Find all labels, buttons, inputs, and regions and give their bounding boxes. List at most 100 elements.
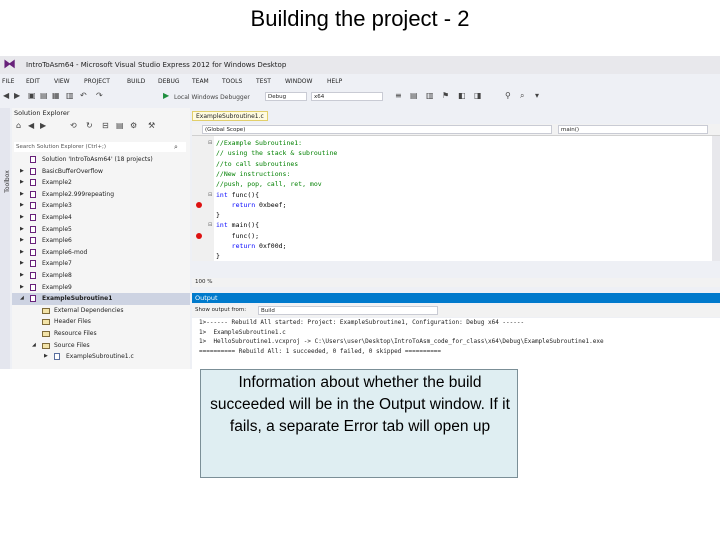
debugger-label[interactable]: Local Windows Debugger (174, 93, 250, 103)
start-debugging-icon[interactable]: ▶ (163, 91, 169, 101)
expand-arrow-icon[interactable]: ▶ (20, 189, 24, 201)
solution-tree-item[interactable]: Header Files (12, 316, 190, 328)
expand-arrow-icon[interactable]: ▶ (20, 224, 24, 236)
menu-team[interactable]: TEAM (192, 78, 209, 85)
save-all-icon[interactable]: ▥ (66, 91, 74, 101)
wrench-icon[interactable]: ⚒ (148, 121, 155, 131)
solution-tree-item[interactable]: ▶ BasicBufferOverflow (12, 166, 190, 178)
configuration-select[interactable]: Debug (265, 92, 307, 101)
pin-icon[interactable]: ⚲ (505, 91, 511, 101)
code-line[interactable]: } (216, 251, 220, 261)
expand-arrow-icon[interactable]: ▶ (20, 270, 24, 282)
home-icon[interactable]: ⌂ (16, 121, 21, 131)
expand-arrow-icon[interactable]: ▶ (20, 235, 24, 247)
menu-debug[interactable]: DEBUG (158, 78, 180, 85)
menu-view[interactable]: VIEW (54, 78, 70, 85)
menu-test[interactable]: TEST (256, 78, 271, 85)
code-line[interactable]: return 0xbeef; (216, 200, 287, 210)
sync-icon[interactable]: ⟲ (70, 121, 77, 131)
open-icon[interactable]: ▤ (40, 91, 48, 101)
expand-arrow-icon[interactable]: ▶ (20, 282, 24, 294)
expand-arrow-icon[interactable]: ▶ (20, 212, 24, 224)
properties-icon[interactable]: ⚙ (130, 121, 137, 131)
toolbar-options-icon[interactable]: ▾ (535, 91, 539, 101)
expand-arrow-icon[interactable]: ▶ (20, 166, 24, 178)
menu-tools[interactable]: TOOLS (222, 78, 242, 85)
solution-tree-item[interactable]: ◢ ExampleSubroutine1 (12, 293, 190, 305)
refresh-icon[interactable]: ↻ (86, 121, 93, 131)
bookmark-next-icon[interactable]: ◨ (474, 91, 482, 101)
save-icon[interactable]: ▦ (52, 91, 60, 101)
output-source-select[interactable]: Build (258, 306, 438, 315)
solution-tree-item[interactable]: ▶ Example5 (12, 224, 190, 236)
menu-build[interactable]: BUILD (127, 78, 145, 85)
expand-arrow-icon[interactable]: ▶ (20, 258, 24, 270)
expand-arrow-icon[interactable]: ▶ (20, 177, 24, 189)
menu-window[interactable]: WINDOW (285, 78, 312, 85)
menu-help[interactable]: HELP (327, 78, 342, 85)
toolbox-strip[interactable]: Toolbox (0, 108, 11, 369)
solution-tree-item[interactable]: ▶ ExampleSubroutine1.c (12, 351, 190, 363)
code-line[interactable]: //Example Subroutine1: (216, 138, 302, 148)
editor-tab[interactable]: ExampleSubroutine1.c (192, 111, 268, 121)
redo-icon[interactable]: ↷ (96, 91, 103, 101)
forward-icon[interactable]: ▶ (40, 121, 46, 131)
show-all-files-icon[interactable]: ▤ (116, 121, 124, 131)
menu-file[interactable]: FILE (2, 78, 14, 85)
code-line[interactable]: func(); (216, 231, 259, 241)
solution-tree-item[interactable]: ▶ Example6 (12, 235, 190, 247)
find-icon[interactable]: ⌕ (520, 91, 524, 101)
solution-tree-item[interactable]: ▶ Example9 (12, 282, 190, 294)
solution-explorer-search-input[interactable]: Search Solution Explorer (Ctrl+;) (14, 142, 186, 152)
search-icon[interactable]: ⌕ (174, 142, 178, 152)
toolbox-label[interactable]: Toolbox (4, 170, 11, 193)
outline-collapse-icon[interactable]: ⊟ (208, 140, 212, 146)
breakpoint-icon[interactable] (196, 232, 202, 239)
solution-tree-item[interactable]: ▶ Example8 (12, 270, 190, 282)
expand-arrow-icon[interactable]: ▶ (44, 351, 48, 363)
editor-vertical-scrollbar[interactable] (712, 136, 720, 261)
expand-arrow-icon[interactable]: ▶ (20, 247, 24, 259)
solution-tree-item[interactable]: ▶ Example4 (12, 212, 190, 224)
breakpoint-icon[interactable] (196, 201, 202, 208)
solution-tree-item[interactable]: Solution 'IntroToAsm64' (18 projects) (12, 154, 190, 166)
solution-tree-item[interactable]: ▶ Example3 (12, 200, 190, 212)
zoom-level[interactable]: 100 % (192, 278, 720, 287)
bookmark-icon[interactable]: ⚑ (442, 91, 449, 101)
editor-margin[interactable] (192, 136, 214, 261)
back-icon[interactable]: ◀ (28, 121, 34, 131)
menu-edit[interactable]: EDIT (26, 78, 40, 85)
menu-project[interactable]: PROJECT (84, 78, 110, 85)
back-icon[interactable]: ◀ (3, 91, 9, 101)
format-icon[interactable]: ≡ (395, 91, 402, 101)
scope-select[interactable]: (Global Scope) (202, 125, 552, 134)
code-line[interactable]: int func(){ (216, 190, 259, 200)
code-line[interactable]: int main(){ (216, 220, 259, 230)
forward-icon[interactable]: ▶ (14, 91, 20, 101)
solution-tree-item[interactable]: Resource Files (12, 328, 190, 340)
platform-select[interactable]: x64 (311, 92, 383, 101)
undo-icon[interactable]: ↶ (80, 91, 87, 101)
code-line[interactable]: return 0xf00d; (216, 241, 287, 251)
code-line[interactable]: //to call subroutines (216, 159, 298, 169)
solution-tree-item[interactable]: ▶ Example7 (12, 258, 190, 270)
outline-collapse-icon[interactable]: ⊟ (208, 222, 212, 228)
code-editor[interactable]: ⊟ //Example Subroutine1:// using the stac… (192, 136, 712, 261)
solution-tree-item[interactable]: ▶ Example6-mod (12, 247, 190, 259)
new-project-icon[interactable]: ▣ (28, 91, 36, 101)
collapse-arrow-icon[interactable]: ◢ (32, 340, 36, 352)
outline-collapse-icon[interactable]: ⊟ (208, 192, 212, 198)
function-select[interactable]: main() (558, 125, 708, 134)
code-line[interactable]: // using the stack & subroutine (216, 148, 337, 158)
solution-tree-item[interactable]: ◢ Source Files (12, 340, 190, 352)
expand-arrow-icon[interactable]: ▶ (20, 200, 24, 212)
collapse-all-icon[interactable]: ⊟ (102, 121, 109, 131)
code-line[interactable]: //New instructions: (216, 169, 290, 179)
bookmark-prev-icon[interactable]: ◧ (458, 91, 466, 101)
output-text-area[interactable]: 1>------ Rebuild All started: Project: E… (192, 318, 720, 369)
solution-tree-item[interactable]: ▶ Example2 (12, 177, 190, 189)
code-line[interactable]: //push, pop, call, ret, mov (216, 179, 322, 189)
uncomment-icon[interactable]: ▥ (426, 91, 434, 101)
solution-tree-item[interactable]: ▶ Example2.999repeating (12, 189, 190, 201)
solution-tree-item[interactable]: External Dependencies (12, 305, 190, 317)
